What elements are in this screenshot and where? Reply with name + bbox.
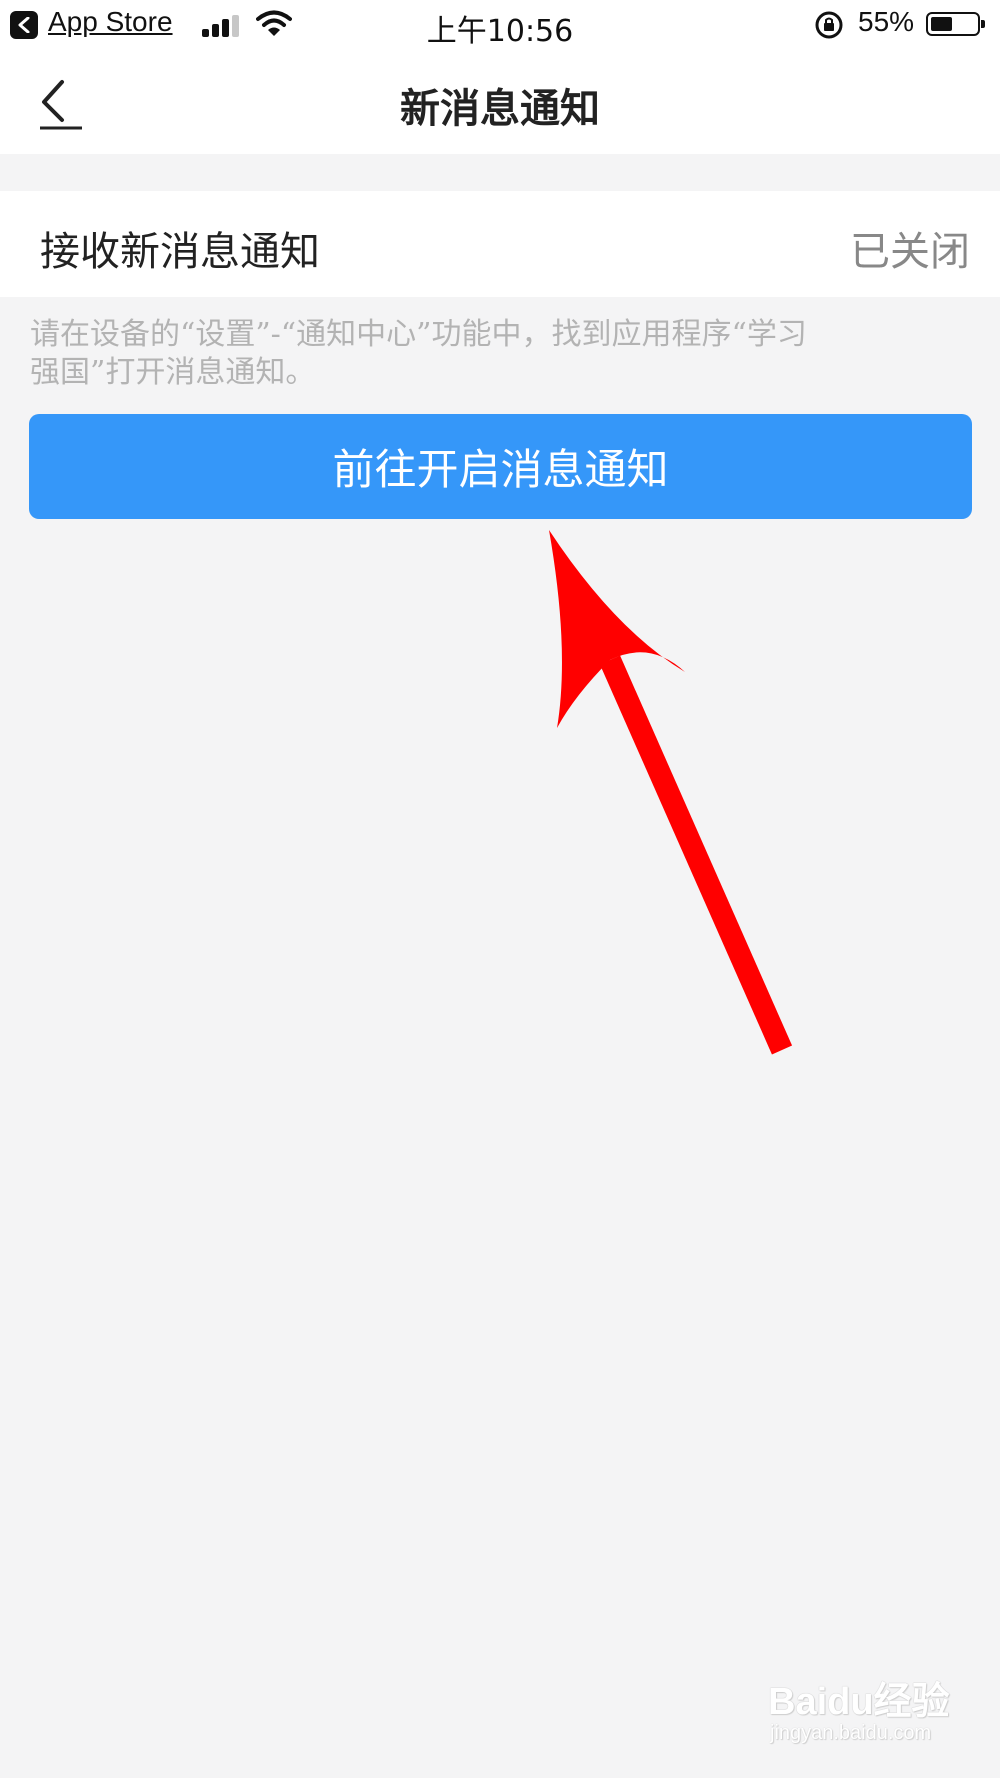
clock: 上午10:56	[426, 14, 574, 49]
notification-setting-row[interactable]: 接收新消息通知 已关闭	[0, 191, 1000, 297]
hint-line-2: 强国”打开消息通知。	[30, 355, 316, 390]
battery-percent: 55%	[858, 6, 915, 37]
setting-label: 接收新消息通知	[40, 229, 320, 275]
hint-text: 请在设备的“设置”-“通知中心”功能中，找到应用程序“学习 强国”打开消息通知。	[30, 316, 960, 392]
status-bar: App Store 上午10:56 55%	[0, 0, 1000, 50]
watermark-url: jingyan.baidu.com	[770, 1722, 932, 1744]
page-title: 新消息通知	[400, 86, 600, 132]
battery-icon	[926, 12, 985, 36]
hint-line-1: 请在设备的“设置”-“通知中心”功能中，找到应用程序“学习	[30, 317, 807, 352]
open-notifications-button[interactable]: 前往开启消息通知	[29, 414, 972, 519]
red-arrow-annotation	[549, 530, 793, 1055]
nav-bar: 新消息通知	[0, 50, 1000, 154]
setting-status: 已关闭	[850, 229, 970, 275]
watermark-logo: Baidu经验	[768, 1681, 950, 1723]
baidu-jingyan-watermark: Baidu经验 jingyan.baidu.com	[760, 1668, 980, 1758]
rotation-lock-icon	[815, 11, 843, 39]
battery-fill	[931, 17, 952, 31]
